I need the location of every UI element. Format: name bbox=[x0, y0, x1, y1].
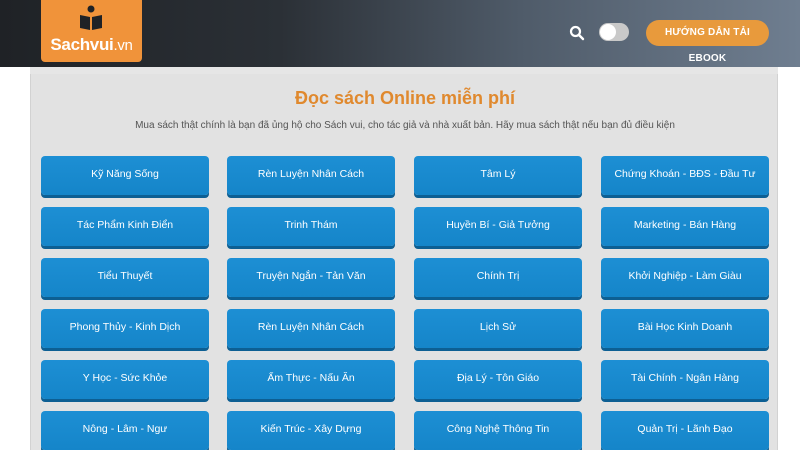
category-button[interactable]: Địa Lý - Tôn Giáo bbox=[414, 360, 582, 399]
site-logo[interactable]: Sachvui.vn bbox=[41, 0, 142, 62]
right-gutter bbox=[778, 67, 800, 450]
category-button[interactable]: Chứng Khoán - BĐS - Đầu Tư bbox=[601, 156, 769, 195]
book-reader-icon bbox=[80, 5, 102, 30]
category-button[interactable]: Bài Học Kinh Doanh bbox=[601, 309, 769, 348]
main-content: Đọc sách Online miễn phí Mua sách thật c… bbox=[30, 74, 778, 450]
search-icon bbox=[569, 25, 585, 41]
category-button[interactable]: Quản Trị - Lãnh Đạo bbox=[601, 411, 769, 450]
category-button[interactable]: Ẩm Thực - Nấu Ăn bbox=[227, 360, 395, 399]
category-button[interactable]: Tiểu Thuyết bbox=[41, 258, 209, 297]
moon-icon bbox=[604, 27, 611, 36]
category-button[interactable]: Tác Phẩm Kinh Điển bbox=[41, 207, 209, 246]
category-button[interactable]: Rèn Luyện Nhân Cách bbox=[227, 156, 395, 195]
category-button[interactable]: Y Học - Sức Khỏe bbox=[41, 360, 209, 399]
category-button[interactable]: Công Nghệ Thông Tin bbox=[414, 411, 582, 450]
category-button[interactable]: Tài Chính - Ngân Hàng bbox=[601, 360, 769, 399]
page-subtitle: Mua sách thật chính là bạn đã ủng hộ cho… bbox=[135, 120, 675, 131]
category-button[interactable]: Khởi Nghiệp - Làm Giàu bbox=[601, 258, 769, 297]
logo-name: Sachvui bbox=[50, 35, 114, 54]
logo-domain: .vn bbox=[113, 37, 133, 54]
left-gutter bbox=[0, 67, 30, 450]
ebook-guide-button[interactable]: HƯỚNG DẪN TẢI EBOOK bbox=[646, 20, 769, 64]
site-header: Sachvui.vn HƯỚNG DẪN TẢI EBOOK bbox=[0, 0, 800, 67]
category-button[interactable]: Chính Trị bbox=[414, 258, 582, 297]
category-button[interactable]: Nông - Lâm - Ngư bbox=[41, 411, 209, 450]
category-button[interactable]: Trinh Thám bbox=[227, 207, 395, 246]
category-button[interactable]: Huyền Bí - Giả Tưởng bbox=[414, 207, 582, 246]
category-button[interactable]: Rèn Luyện Nhân Cách bbox=[227, 309, 395, 348]
category-button[interactable]: Lịch Sử bbox=[414, 309, 582, 348]
category-button[interactable]: Phong Thủy - Kinh Dịch bbox=[41, 309, 209, 348]
page-title: Đọc sách Online miễn phí bbox=[294, 88, 516, 108]
category-button[interactable]: Marketing - Bán Hàng bbox=[601, 207, 769, 246]
search-button[interactable] bbox=[568, 24, 586, 42]
category-button[interactable]: Kỹ Năng Sống bbox=[41, 156, 209, 195]
toggle-knob bbox=[600, 24, 616, 40]
theme-toggle[interactable] bbox=[599, 23, 629, 41]
category-button[interactable]: Tâm Lý bbox=[414, 156, 582, 195]
category-button[interactable]: Kiến Trúc - Xây Dựng bbox=[227, 411, 395, 450]
category-button[interactable]: Truyện Ngắn - Tản Văn bbox=[227, 258, 395, 297]
logo-text: Sachvui.vn bbox=[41, 35, 142, 55]
